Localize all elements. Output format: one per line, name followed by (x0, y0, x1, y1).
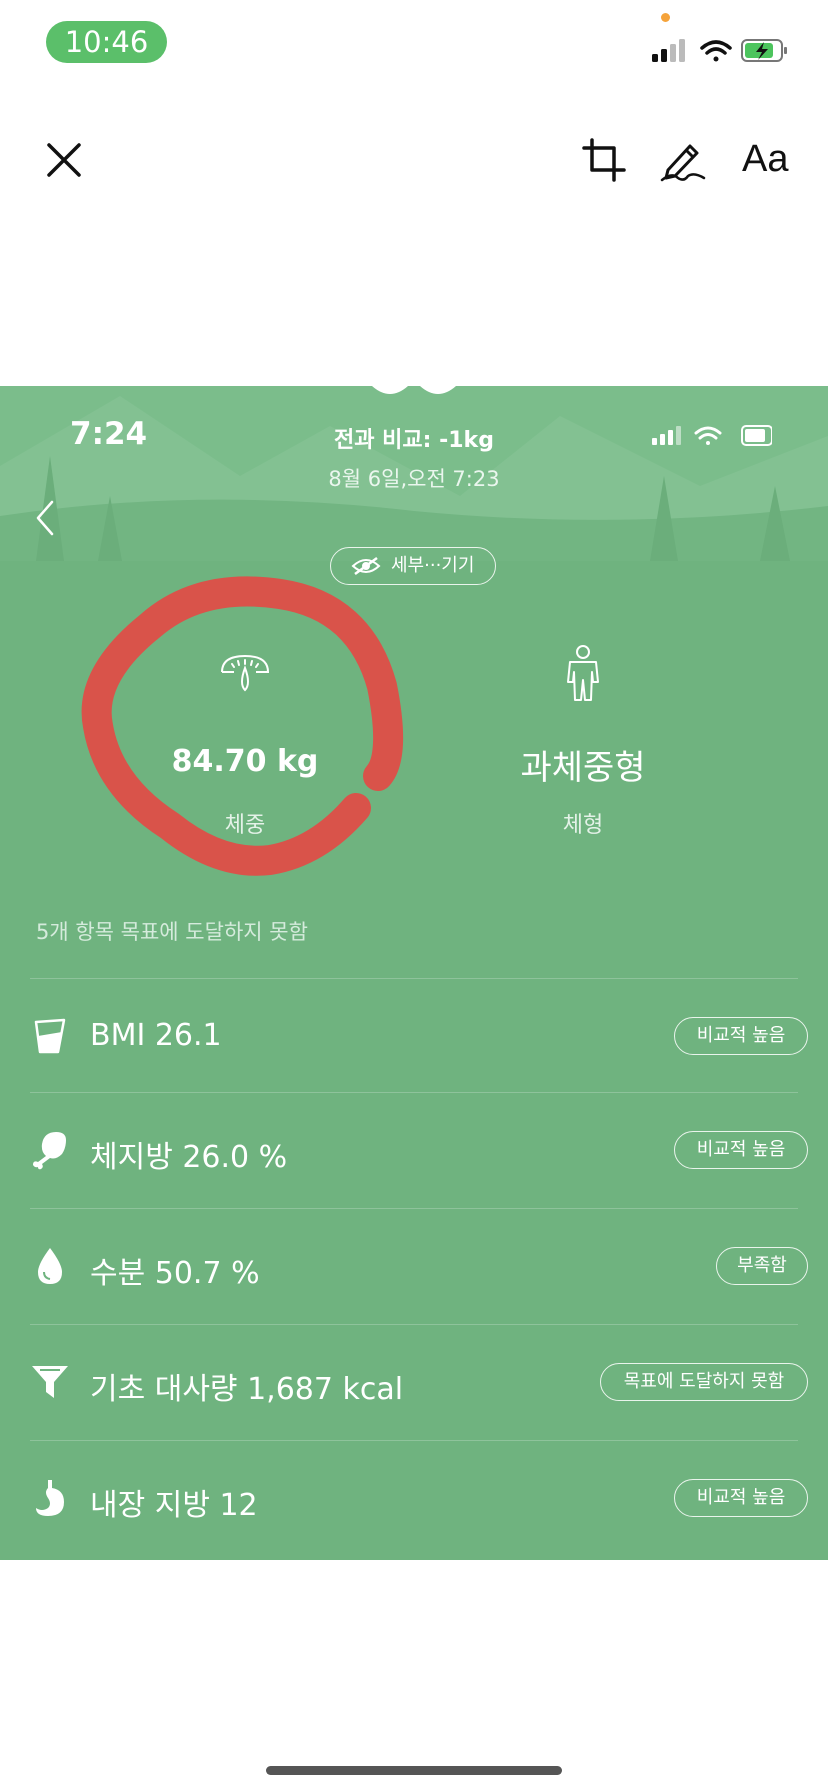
funnel-icon (32, 1366, 68, 1398)
close-icon[interactable] (46, 142, 82, 178)
metric-row-water[interactable]: 수분 50.7 % 부족함 (0, 1208, 828, 1324)
metric-row-body-fat[interactable]: 체지방 26.0 % 비교적 높음 (0, 1092, 828, 1208)
mic-indicator-dot (661, 13, 670, 22)
body-type-label: 체형 (562, 813, 604, 838)
body-figure-icon (567, 645, 599, 701)
status-time: 10:46 (46, 21, 167, 63)
body-type-value: 과체중형 (520, 748, 646, 788)
markup-pen-icon[interactable] (660, 138, 706, 182)
inner-battery-icon (741, 425, 772, 446)
text-tool-button[interactable]: Aa (742, 138, 788, 181)
status-badge: 목표에 도달하지 못함 (600, 1363, 808, 1401)
status-icons (652, 39, 787, 62)
home-indicator[interactable] (266, 1766, 562, 1775)
stomach-icon (36, 1480, 64, 1516)
inner-wifi-icon (694, 426, 722, 445)
inner-signal-icon (652, 426, 681, 445)
signal-icon (652, 39, 685, 62)
metric-row-visceral-fat[interactable]: 내장 지방 12 비교적 높음 (0, 1440, 828, 1556)
metric-row-bmr[interactable]: 기초 대사량 1,687 kcal 목표에 도달하지 못함 (0, 1324, 828, 1440)
goal-notice: 5개 항목 목표에 도달하지 못함 (36, 920, 308, 944)
metric-text: BMI 26.1 (90, 1018, 222, 1053)
drumstick-icon (33, 1132, 66, 1170)
screenshot-image: 7:24 전과 비교: -1kg 8월 6일,오전 7:23 세부···기기 8… (0, 386, 828, 1560)
metric-text: 기초 대사량 1,687 kcal (90, 1372, 404, 1407)
inner-status-icons (652, 425, 772, 446)
handle-dots (372, 386, 456, 394)
metric-text: 내장 지방 12 (90, 1488, 258, 1523)
crop-icon[interactable] (582, 138, 626, 182)
status-badge: 비교적 높음 (674, 1017, 808, 1055)
measure-datetime: 8월 6일,오전 7:23 (328, 467, 500, 491)
eye-slash-icon (351, 556, 381, 576)
back-chevron-icon[interactable] (34, 500, 56, 536)
bmi-cup-icon (34, 1018, 66, 1054)
wifi-icon (700, 40, 732, 62)
status-badge: 비교적 높음 (674, 1131, 808, 1169)
metric-row-bmi[interactable]: BMI 26.1 비교적 높음 (0, 978, 828, 1092)
status-badge: 비교적 높음 (674, 1479, 808, 1517)
water-drop-icon (38, 1248, 62, 1284)
metric-text: 수분 50.7 % (90, 1256, 260, 1291)
battery-charging-icon (741, 39, 787, 62)
red-circle-annotation (81, 576, 404, 876)
status-badge: 부족함 (716, 1247, 808, 1285)
metric-text: 체지방 26.0 % (90, 1140, 288, 1175)
